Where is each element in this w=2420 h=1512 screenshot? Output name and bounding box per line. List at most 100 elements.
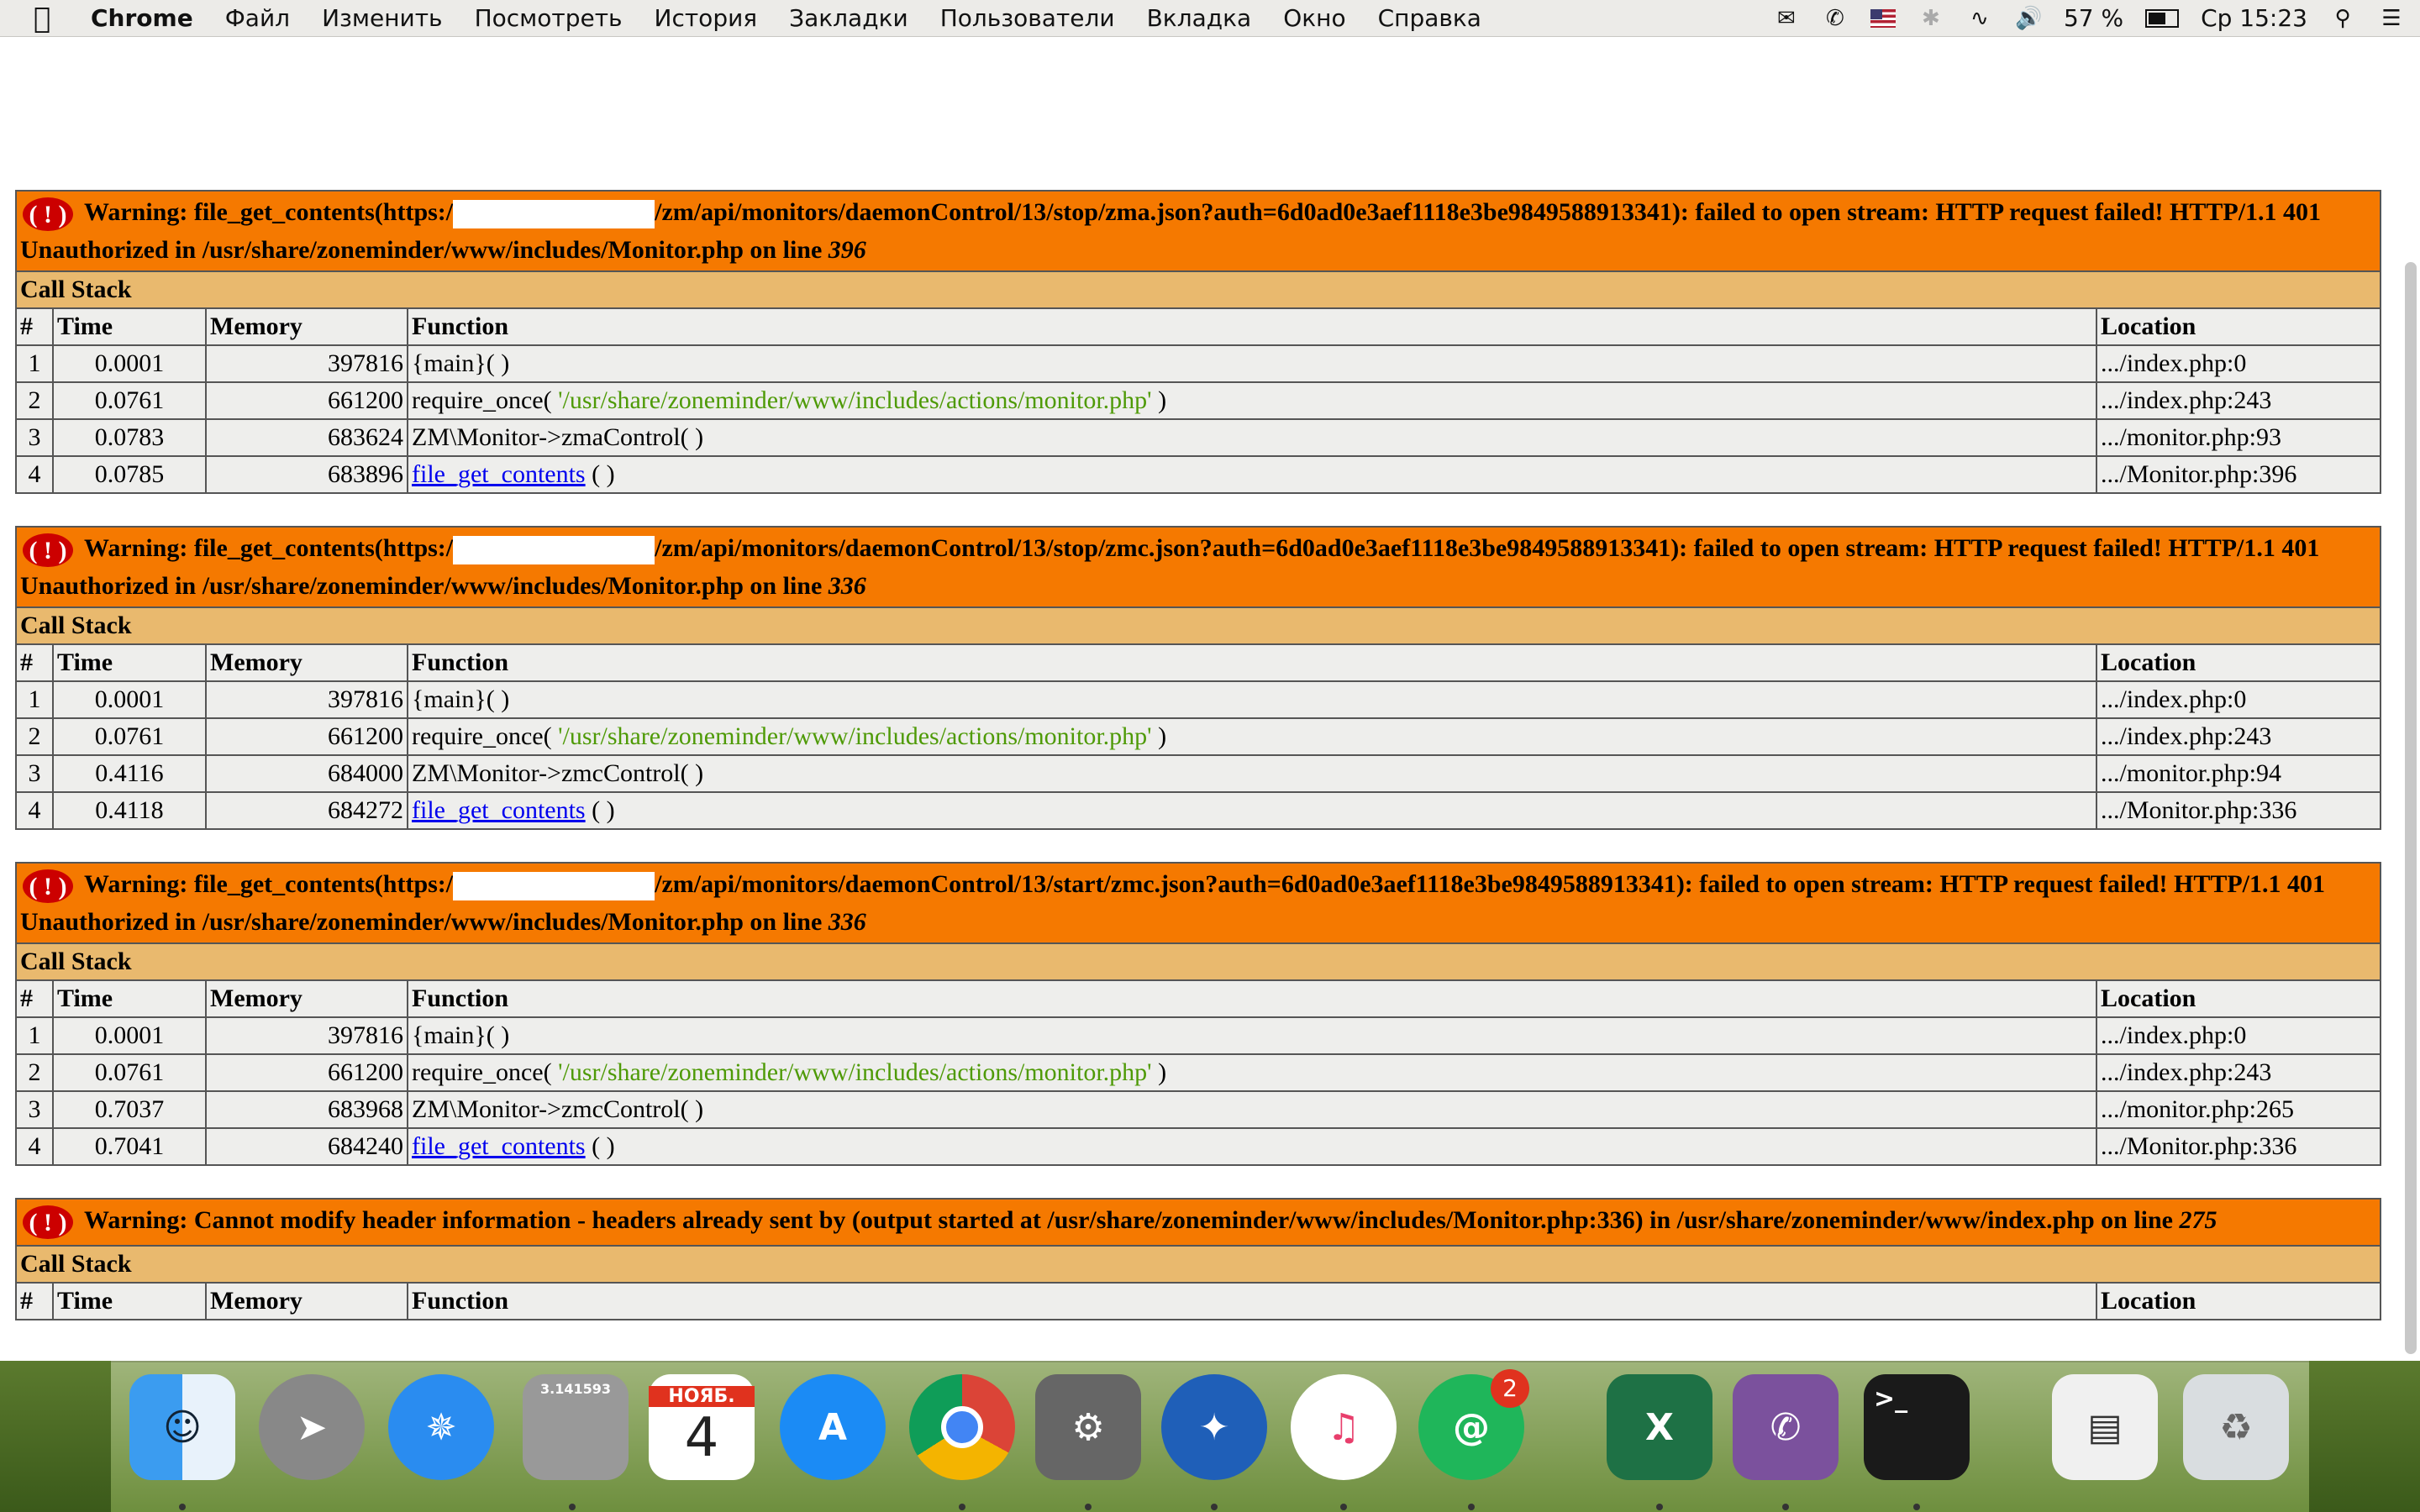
- running-indicator: [179, 1504, 186, 1510]
- function-name: {main}( ): [412, 1021, 510, 1049]
- column-header-row: # Time Memory Function Location: [15, 307, 2381, 346]
- col-location-header: Location: [2096, 1282, 2381, 1320]
- frame-function: {main}( ): [407, 1016, 2097, 1055]
- call-stack-heading: Call Stack: [15, 270, 2381, 309]
- safari-icon[interactable]: ✵: [388, 1374, 494, 1480]
- col-memory-header: Memory: [205, 1282, 408, 1320]
- frame-number: 4: [15, 455, 54, 494]
- frame-function: require_once( '/usr/share/zoneminder/www…: [407, 717, 2097, 756]
- frame-memory: 684272: [205, 791, 408, 830]
- table-row: 3 0.0783 683624 ZM\Monitor->zmaControl( )..…: [15, 418, 2381, 457]
- battery-percent: 57 %: [2063, 4, 2124, 32]
- table-row: 1 0.0001 397816 {main}( ) .../index.php:0: [15, 1016, 2381, 1055]
- col-location-header: Location: [2096, 643, 2381, 682]
- table-row: 4 0.7041 684240 file_get_contents ( ) .../Mo…: [15, 1127, 2381, 1166]
- function-doc-link[interactable]: file_get_contents: [412, 1132, 586, 1160]
- frame-number: 3: [15, 418, 54, 457]
- warning-message: ( ! ) Warning: file_get_contents(https://…: [15, 862, 2381, 944]
- openoffice-icon[interactable]: ✦: [1161, 1374, 1267, 1480]
- us-flag-icon[interactable]: [1870, 8, 1896, 28]
- status-tray: ✉ ✆ ✱ ∿ 🔊 57 % Ср 15:23 ⚲ ☰: [1773, 4, 2405, 32]
- call-stack-heading: Call Stack: [15, 606, 2381, 645]
- battery-icon[interactable]: [2145, 8, 2180, 28]
- col-function-header: Function: [407, 307, 2097, 346]
- menu-item[interactable]: Вкладка: [1147, 4, 1252, 32]
- menu-item[interactable]: Пользователи: [940, 4, 1115, 32]
- warning-message: ( ! ) Warning: file_get_contents(https://…: [15, 190, 2381, 272]
- menu-item[interactable]: Окно: [1283, 4, 1345, 32]
- apple-menu-icon[interactable]: : [34, 2, 50, 35]
- menu-item[interactable]: Посмотреть: [475, 4, 623, 32]
- frame-location: .../index.php:243: [2096, 717, 2381, 756]
- menu-item[interactable]: Справка: [1378, 4, 1481, 32]
- warning-icon: ( ! ): [20, 867, 76, 906]
- frame-memory: 661200: [205, 717, 408, 756]
- frame-time: 0.0783: [52, 418, 207, 457]
- scrollbar[interactable]: [2405, 262, 2417, 1354]
- function-close: ): [1151, 386, 1167, 414]
- calendar-icon[interactable]: НОЯБ. 4: [649, 1374, 755, 1480]
- warning-message: ( ! ) Warning: Cannot modify header infor…: [15, 1198, 2381, 1247]
- function-name: {main}( ): [412, 685, 510, 713]
- frame-time: 0.0001: [52, 1016, 207, 1055]
- frame-time: 0.0001: [52, 344, 207, 383]
- chrome-icon[interactable]: [909, 1374, 1015, 1480]
- frame-memory: 684240: [205, 1127, 408, 1166]
- function-name: require_once(: [412, 1058, 559, 1086]
- menu-item[interactable]: История: [655, 4, 758, 32]
- menu-item[interactable]: Изменить: [322, 4, 443, 32]
- col-location-header: Location: [2096, 307, 2381, 346]
- frame-location: .../Monitor.php:336: [2096, 1127, 2381, 1166]
- col-function-header: Function: [407, 979, 2097, 1018]
- menu-item[interactable]: Закладки: [789, 4, 908, 32]
- warning-line-number: 275: [2179, 1205, 2217, 1234]
- music-icon[interactable]: ♫: [1291, 1374, 1397, 1480]
- frame-location: .../index.php:243: [2096, 381, 2381, 420]
- warning-message: ( ! ) Warning: file_get_contents(https://…: [15, 526, 2381, 608]
- terminal-icon[interactable]: >_: [1864, 1374, 1970, 1480]
- system-preferences-icon[interactable]: ⚙: [1035, 1374, 1141, 1480]
- function-doc-link[interactable]: file_get_contents: [412, 796, 586, 824]
- viber-status-icon[interactable]: ✆: [1822, 6, 1849, 31]
- frame-number: 1: [15, 1016, 54, 1055]
- running-indicator: [1468, 1504, 1475, 1510]
- clock[interactable]: Ср 15:23: [2201, 4, 2307, 32]
- excel-icon[interactable]: X: [1607, 1374, 1712, 1480]
- col-memory-header: Memory: [205, 979, 408, 1018]
- xdebug-error-table: ( ! ) Warning: file_get_contents(https://…: [15, 862, 2381, 1166]
- launchpad-icon[interactable]: ➤: [259, 1374, 365, 1480]
- frame-number: 2: [15, 717, 54, 756]
- trash-icon[interactable]: ♻: [2183, 1374, 2289, 1480]
- col-hash-header: #: [15, 643, 54, 682]
- spotlight-search-icon[interactable]: ⚲: [2329, 6, 2356, 31]
- warning-text: Warning: Cannot modify header informatio…: [84, 1205, 2180, 1234]
- menu-app-name[interactable]: Chrome: [91, 4, 193, 32]
- menu-bar:  Chrome Файл Изменить Посмотреть История За…: [0, 0, 2420, 37]
- warning-prefix: Warning: file_get_contents(https:/: [84, 197, 454, 226]
- warning-line-number: 336: [828, 572, 866, 600]
- frame-location: .../index.php:0: [2096, 1016, 2381, 1055]
- frame-location: .../monitor.php:93: [2096, 418, 2381, 457]
- function-name: ZM\Monitor->zmcControl( ): [412, 759, 704, 787]
- calculator-icon[interactable]: 3.141593: [523, 1374, 629, 1480]
- col-memory-header: Memory: [205, 643, 408, 682]
- function-doc-link[interactable]: file_get_contents: [412, 460, 586, 488]
- bluetooth-icon[interactable]: ✱: [1918, 6, 1944, 31]
- mail-ru-agent-icon[interactable]: @2: [1418, 1369, 1529, 1480]
- frame-function: file_get_contents ( ): [407, 791, 2097, 830]
- mail-icon[interactable]: ✉: [1773, 6, 1800, 31]
- warning-row: ( ! ) Warning: Cannot modify header infor…: [15, 1198, 2381, 1247]
- documents-folder-icon[interactable]: ▤: [2052, 1374, 2158, 1480]
- menu-item[interactable]: Файл: [225, 4, 290, 32]
- app-store-icon[interactable]: A: [780, 1374, 886, 1480]
- terminal-prompt: >_: [1874, 1384, 1908, 1414]
- warning-line-number: 396: [828, 236, 866, 264]
- frame-number: 4: [15, 791, 54, 830]
- finder-icon[interactable]: ☺: [129, 1374, 235, 1480]
- viber-icon[interactable]: ✆: [1733, 1374, 1839, 1480]
- function-close: ( ): [585, 460, 615, 488]
- notification-center-icon[interactable]: ☰: [2378, 6, 2405, 31]
- frame-function: file_get_contents ( ): [407, 1127, 2097, 1166]
- volume-icon[interactable]: 🔊: [2015, 6, 2042, 31]
- wifi-icon[interactable]: ∿: [1966, 6, 1993, 31]
